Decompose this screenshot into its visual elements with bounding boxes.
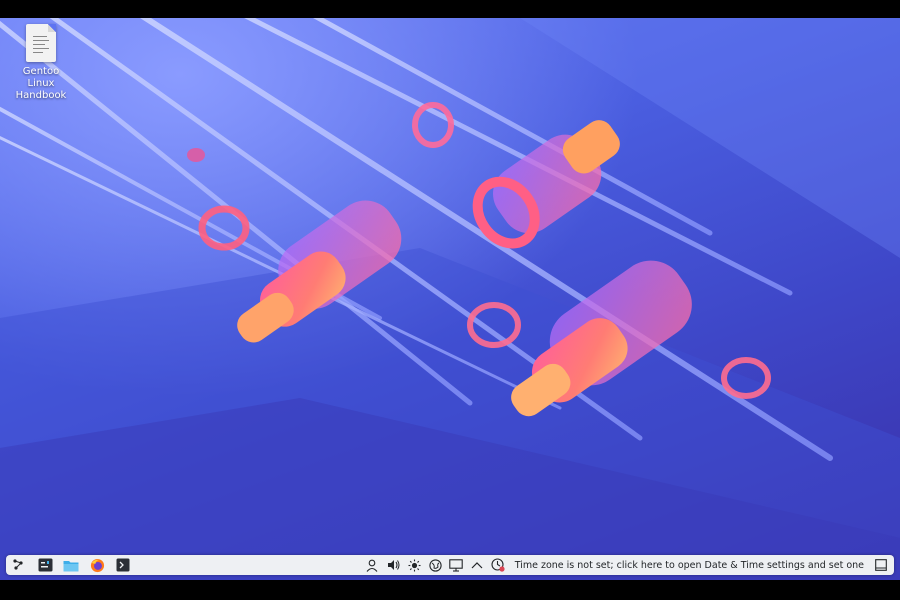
desktop-icon-gentoo-handbook[interactable]: Gentoo Linux Handbook (8, 24, 74, 102)
document-file-icon (26, 24, 56, 62)
expand-tray-icon (471, 562, 483, 569)
firefox-button[interactable] (86, 555, 108, 575)
user-icon (366, 559, 378, 572)
desktop-icon-label: Gentoo Linux Handbook (15, 66, 67, 101)
app-launcher-icon (13, 559, 23, 570)
folder-icon (63, 560, 79, 571)
settings-launcher-button[interactable] (34, 555, 56, 575)
app-launcher-button[interactable] (8, 555, 30, 575)
terminal-icon (116, 558, 130, 572)
firefox-icon (90, 558, 104, 572)
system-tray: Time zone is not set; click here to open… (362, 555, 894, 575)
desktop[interactable]: Gentoo Linux Handbook (0, 18, 900, 580)
volume-icon (387, 560, 400, 570)
clock-message[interactable]: Time zone is not set; click here to open… (515, 560, 864, 571)
terminal-button[interactable] (112, 555, 134, 575)
network-icon (429, 558, 442, 572)
file-manager-button[interactable] (60, 555, 82, 575)
settings-icon (38, 558, 52, 572)
brightness-icon (408, 559, 421, 571)
display-icon (449, 558, 463, 572)
show-desktop-button[interactable] (872, 555, 890, 575)
volume-tray-button[interactable] (383, 555, 404, 575)
expand-tray-button[interactable] (467, 555, 488, 575)
display-tray-button[interactable] (446, 555, 467, 575)
clock-warning-icon (491, 558, 505, 572)
wallpaper (0, 18, 900, 580)
show-desktop-icon (875, 559, 887, 571)
network-tray-button[interactable] (425, 555, 446, 575)
brightness-tray-button[interactable] (404, 555, 425, 575)
user-tray-button[interactable] (362, 555, 383, 575)
clock-tray-button[interactable] (488, 555, 509, 575)
taskbar: Time zone is not set; click here to open… (6, 555, 894, 575)
